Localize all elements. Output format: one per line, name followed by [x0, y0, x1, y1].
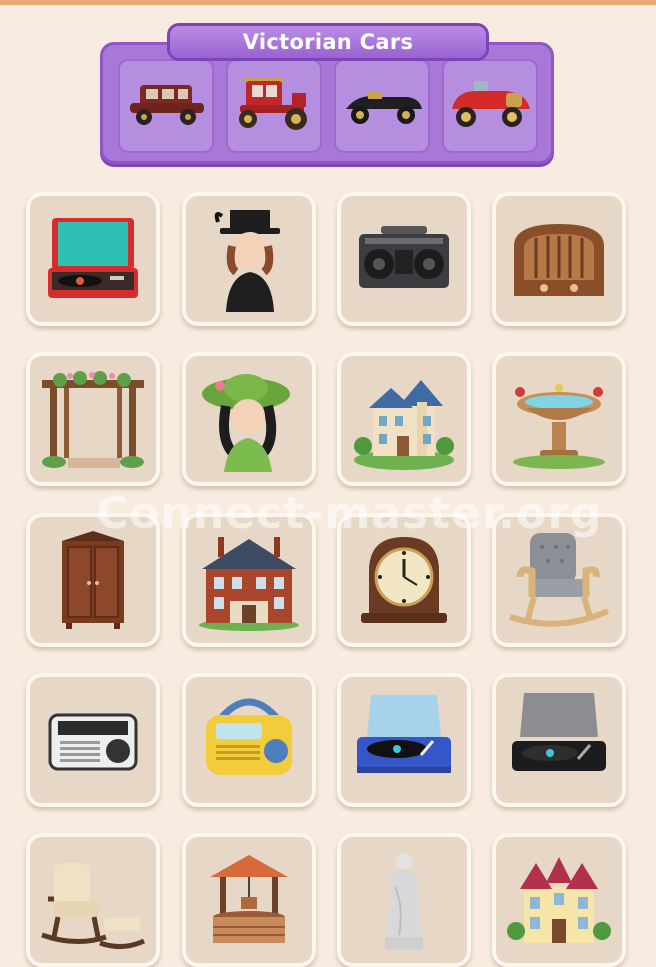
grid-tile[interactable] — [26, 192, 160, 326]
category-slot[interactable] — [334, 59, 430, 153]
grid-tile[interactable] — [26, 352, 160, 486]
red-racer-car-icon — [452, 81, 530, 127]
category-title: Victorian Cars — [167, 23, 489, 61]
grid-tile[interactable] — [337, 192, 471, 326]
wooden-wardrobe-icon — [62, 531, 124, 629]
grid-tile[interactable] — [26, 833, 160, 967]
grid-tile[interactable] — [182, 833, 316, 967]
victorian-lady-top-hat-icon — [214, 210, 280, 312]
category-slot[interactable] — [118, 59, 214, 153]
rocking-chair-ottoman-icon — [41, 863, 146, 949]
grid-tile[interactable] — [182, 192, 316, 326]
grid-tile[interactable] — [492, 513, 626, 647]
bird-bath-icon — [513, 384, 605, 469]
category-slot[interactable] — [442, 59, 538, 153]
grid-tile[interactable] — [182, 352, 316, 486]
grid-tile[interactable] — [492, 833, 626, 967]
wishing-well-icon — [210, 855, 288, 943]
red-carriage-car-icon — [239, 77, 307, 130]
victorian-mansion-icon — [354, 380, 454, 470]
grid-tile[interactable] — [182, 513, 316, 647]
grid-tile[interactable] — [26, 673, 160, 807]
grid-tile[interactable] — [337, 352, 471, 486]
blue-record-player-icon — [357, 695, 451, 773]
marble-statue-icon — [385, 853, 423, 949]
black-turntable-icon — [512, 693, 606, 771]
mantel-clock-icon — [361, 537, 447, 623]
yellow-radio-icon — [206, 698, 292, 775]
boombox-icon — [359, 226, 449, 288]
grid-tile[interactable] — [492, 673, 626, 807]
red-record-player-icon — [48, 218, 138, 298]
rocking-chair-icon — [509, 533, 610, 627]
grid-tile[interactable] — [337, 513, 471, 647]
victorian-house-icon — [507, 857, 611, 943]
white-radio-icon — [48, 713, 138, 771]
category-slot[interactable] — [226, 59, 322, 153]
grid-tile[interactable] — [26, 513, 160, 647]
grid-tile[interactable] — [182, 673, 316, 807]
wooden-radio-icon — [514, 224, 604, 296]
grid-tile[interactable] — [492, 352, 626, 486]
grid-tile[interactable] — [492, 192, 626, 326]
brick-manor-house-icon — [199, 537, 299, 631]
grid-tile[interactable] — [337, 833, 471, 967]
garden-pergola-icon — [42, 371, 144, 468]
lady-green-hat-icon — [202, 374, 290, 472]
grid-tile[interactable] — [337, 673, 471, 807]
vintage-sedan-icon — [130, 85, 204, 125]
top-accent-bar — [0, 0, 656, 5]
black-roadster-icon — [346, 91, 422, 124]
